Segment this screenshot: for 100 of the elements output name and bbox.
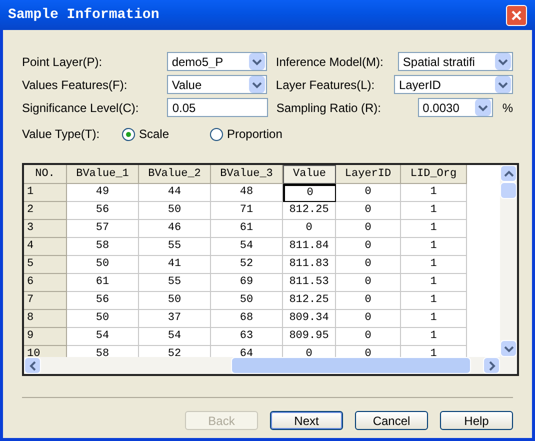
row-header[interactable]: 4 bbox=[24, 238, 67, 256]
dropdown-button[interactable] bbox=[249, 53, 265, 70]
table-cell: 1 bbox=[401, 238, 467, 256]
field-label: Layer Features(L): bbox=[276, 76, 376, 94]
column-header[interactable]: LayerID bbox=[336, 165, 401, 184]
field-label: Inference Model(M): bbox=[276, 54, 384, 70]
table-cell: 55 bbox=[139, 238, 211, 256]
dialog-button[interactable]: Next bbox=[270, 411, 343, 430]
horizontal-scrollbar[interactable] bbox=[24, 357, 517, 374]
table-cell: 812.25 bbox=[283, 292, 336, 310]
dialog-button[interactable]: Cancel bbox=[355, 411, 428, 430]
dropdown-button[interactable] bbox=[494, 76, 511, 93]
table-cell: 61 bbox=[211, 220, 283, 238]
table-cell: 68 bbox=[211, 310, 283, 328]
field-label: Significance Level(C): bbox=[22, 100, 140, 116]
table-cell: 61 bbox=[67, 274, 139, 292]
field-label: Sampling Ratio (R): bbox=[276, 100, 382, 116]
table-cell: 50 bbox=[139, 202, 211, 220]
row-header[interactable]: 1 bbox=[24, 184, 67, 202]
close-icon bbox=[511, 10, 522, 20]
table-cell: 52 bbox=[211, 256, 283, 274]
table-cell: 41 bbox=[139, 256, 211, 274]
significance-level-field[interactable]: 0.05 bbox=[167, 98, 268, 117]
sampling-ratio-dropdown[interactable]: 0.0030 bbox=[418, 98, 494, 117]
table-cell: 49 bbox=[67, 184, 139, 202]
column-header[interactable]: Value bbox=[283, 165, 336, 184]
table-cell: 0 bbox=[336, 328, 401, 346]
table-cell: 50 bbox=[211, 292, 283, 310]
table-cell: 809.34 bbox=[283, 310, 336, 328]
values-features-dropdown[interactable]: Value bbox=[166, 75, 267, 94]
table-cell: 1 bbox=[401, 202, 467, 220]
table-cell: 0 bbox=[283, 220, 336, 238]
table-cell: 0 bbox=[336, 202, 401, 220]
radio-label: Scale bbox=[139, 126, 170, 143]
table-cell: 63 bbox=[211, 328, 283, 346]
column-header[interactable]: BValue_3 bbox=[211, 165, 283, 184]
row-header[interactable]: 5 bbox=[24, 256, 67, 274]
table-cell: 1 bbox=[401, 292, 467, 310]
table-cell: 1 bbox=[401, 328, 467, 346]
dropdown-button[interactable] bbox=[475, 99, 492, 116]
row-header[interactable]: 2 bbox=[24, 202, 67, 220]
row-header[interactable]: 8 bbox=[24, 310, 67, 328]
radio-label: Proportion bbox=[227, 126, 282, 143]
column-header[interactable]: NO. bbox=[24, 165, 67, 184]
table-cell: 54 bbox=[139, 328, 211, 346]
table-cell: 71 bbox=[211, 202, 283, 220]
field-label: Value Type(T): bbox=[22, 126, 101, 143]
scroll-thumb[interactable] bbox=[231, 357, 471, 374]
dialog-button[interactable]: Help bbox=[440, 411, 513, 430]
row-header[interactable]: 3 bbox=[24, 220, 67, 238]
table-cell: 50 bbox=[67, 310, 139, 328]
table-cell: 56 bbox=[67, 202, 139, 220]
table-cell: 69 bbox=[211, 274, 283, 292]
table-cell: 55 bbox=[139, 274, 211, 292]
table-cell: 811.53 bbox=[283, 274, 336, 292]
table-cell: 0 bbox=[336, 238, 401, 256]
table-cell: 0 bbox=[336, 310, 401, 328]
table-cell: 811.84 bbox=[283, 238, 336, 256]
column-header[interactable]: BValue_2 bbox=[139, 165, 211, 184]
table-cell: 46 bbox=[139, 220, 211, 238]
table-cell: 0 bbox=[336, 256, 401, 274]
dropdown-button[interactable] bbox=[249, 76, 265, 93]
window-title: Sample Information bbox=[8, 6, 160, 24]
close-button[interactable] bbox=[506, 4, 527, 26]
unit-label: % bbox=[502, 100, 514, 116]
table-cell: 44 bbox=[139, 184, 211, 202]
table-cell: 57 bbox=[67, 220, 139, 238]
row-header[interactable]: 9 bbox=[24, 328, 67, 346]
table-cell: 811.83 bbox=[283, 256, 336, 274]
scroll-up-button[interactable] bbox=[500, 165, 517, 182]
table-cell: 54 bbox=[211, 238, 283, 256]
table-cell: 0 bbox=[336, 220, 401, 238]
table-cell: 812.25 bbox=[283, 202, 336, 220]
scroll-down-button[interactable] bbox=[500, 340, 517, 357]
field-label: Values Features(F): bbox=[22, 76, 128, 94]
row-header[interactable]: 7 bbox=[24, 292, 67, 310]
column-header[interactable]: LID_Org bbox=[401, 165, 467, 184]
table-cell: 50 bbox=[67, 256, 139, 274]
table-cell: 58 bbox=[67, 238, 139, 256]
table-cell: 0 bbox=[336, 184, 401, 202]
table-cell: 37 bbox=[139, 310, 211, 328]
radio-button[interactable] bbox=[210, 128, 223, 140]
scroll-left-button[interactable] bbox=[24, 357, 41, 374]
field-label: Point Layer(P): bbox=[22, 54, 104, 70]
radio-button[interactable] bbox=[122, 128, 135, 140]
row-header[interactable]: 10 bbox=[24, 346, 67, 357]
vertical-scrollbar[interactable] bbox=[500, 165, 517, 357]
dropdown-button[interactable] bbox=[495, 53, 511, 70]
row-header[interactable]: 6 bbox=[24, 274, 67, 292]
table-cell: 1 bbox=[401, 184, 467, 202]
table-cell: 1 bbox=[401, 220, 467, 238]
table-cell: 48 bbox=[211, 184, 283, 202]
table-cell: 54 bbox=[67, 328, 139, 346]
scroll-thumb[interactable] bbox=[500, 182, 517, 199]
table-cell: 0 bbox=[336, 292, 401, 310]
scroll-right-button[interactable] bbox=[483, 357, 500, 374]
table-cell: 1 bbox=[401, 310, 467, 328]
table-cell: 1 bbox=[401, 256, 467, 274]
column-header[interactable]: BValue_1 bbox=[67, 165, 139, 184]
table-cell: 0 bbox=[336, 274, 401, 292]
